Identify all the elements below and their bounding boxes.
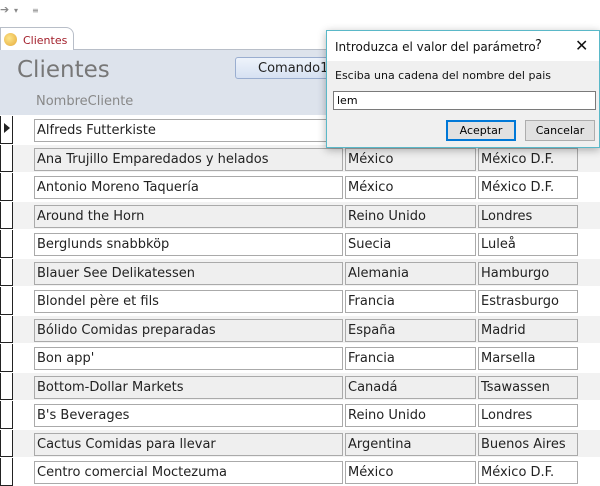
ciudad-field[interactable]: Estrasburgo	[478, 290, 578, 313]
cancel-button[interactable]: Cancelar	[525, 120, 595, 141]
ciudad-field[interactable]: Londres	[478, 404, 578, 427]
record-selector[interactable]	[0, 258, 13, 286]
record-selector[interactable]	[0, 144, 13, 172]
table-row: Bottom-Dollar Markets Canadá Tsawassen	[0, 371, 600, 400]
records-list: Alfreds Futterkiste Ana Trujillo Empared…	[0, 115, 600, 486]
close-icon[interactable]: ✕	[575, 36, 588, 55]
parameter-dialog: Introduzca el valor del parámetro ? ✕ Es…	[326, 30, 600, 148]
customize-toolbar-icon[interactable]: ≡	[32, 6, 39, 15]
nombre-cliente-field[interactable]: Blauer See Delikatessen	[34, 261, 343, 285]
help-icon[interactable]: ?	[535, 38, 542, 53]
record-selector[interactable]	[0, 344, 13, 372]
parameter-input[interactable]	[333, 91, 596, 110]
record-selector[interactable]	[0, 315, 13, 343]
table-row: Bólido Comidas preparadas España Madrid	[0, 314, 600, 343]
nombre-cliente-field[interactable]: Blondel père et fils	[34, 290, 343, 313]
table-row: Centro comercial Moctezuma México México…	[0, 457, 600, 486]
ciudad-field[interactable]: Hamburgo	[478, 261, 578, 285]
record-selector[interactable]	[0, 429, 13, 457]
table-row: B's Beverages Reino Unido Londres	[0, 400, 600, 429]
table-row: Around the Horn Reino Unido Londres	[0, 200, 600, 229]
ciudad-field[interactable]: Buenos Aires	[478, 432, 578, 456]
nombre-cliente-field[interactable]: Bottom-Dollar Markets	[34, 375, 343, 399]
nombre-cliente-field[interactable]: Berglunds snabbköp	[34, 233, 343, 256]
record-selector[interactable]	[0, 173, 13, 201]
record-selector[interactable]	[0, 201, 13, 229]
pais-field[interactable]: México	[345, 147, 476, 171]
ciudad-field[interactable]: México D.F.	[478, 176, 578, 199]
tab-clientes[interactable]: Clientes	[0, 27, 74, 51]
record-selector[interactable]	[0, 116, 13, 144]
nombre-cliente-field[interactable]: Bon app'	[34, 347, 343, 370]
tab-label: Clientes	[23, 34, 68, 47]
table-row: Blauer See Delikatessen Alemania Hamburg…	[0, 257, 600, 286]
record-selector[interactable]	[0, 372, 13, 400]
redo-dropdown-icon[interactable]: ▾	[14, 6, 18, 15]
record-selector[interactable]	[0, 287, 13, 315]
form-icon	[4, 33, 17, 46]
form-title: Clientes	[17, 57, 110, 83]
pais-field[interactable]: Reino Unido	[345, 404, 476, 427]
pais-field[interactable]: México	[345, 461, 476, 484]
nombre-cliente-field[interactable]: B's Beverages	[34, 404, 343, 427]
table-row: Bon app' Francia Marsella	[0, 343, 600, 372]
pais-field[interactable]: Alemania	[345, 261, 476, 285]
ciudad-field[interactable]: Marsella	[478, 347, 578, 370]
nombre-cliente-field[interactable]: Alfreds Futterkiste	[34, 119, 343, 142]
record-selector[interactable]	[0, 401, 13, 429]
parameter-prompt: Esciba una cadena del nombre del pais	[335, 69, 551, 82]
pais-field[interactable]: España	[345, 318, 476, 342]
redo-icon[interactable]: ➔	[0, 3, 9, 16]
ciudad-field[interactable]: Tsawassen	[478, 375, 578, 399]
ciudad-field[interactable]: Luleå	[478, 233, 578, 256]
accept-button[interactable]: Aceptar	[446, 120, 516, 141]
dialog-title: Introduzca el valor del parámetro	[335, 40, 536, 54]
ciudad-field[interactable]: México D.F.	[478, 461, 578, 484]
ciudad-field[interactable]: México D.F.	[478, 147, 578, 171]
column-header-nombrecliente: NombreCliente	[36, 94, 134, 109]
current-record-icon	[4, 123, 10, 133]
pais-field[interactable]: Canadá	[345, 375, 476, 399]
ciudad-field[interactable]: Londres	[478, 204, 578, 228]
pais-field[interactable]: Francia	[345, 347, 476, 370]
record-selector[interactable]	[0, 458, 13, 486]
table-row: Antonio Moreno Taquería México México D.…	[0, 172, 600, 201]
table-row: Cactus Comidas para llevar Argentina Bue…	[0, 428, 600, 457]
nombre-cliente-field[interactable]: Cactus Comidas para llevar	[34, 432, 343, 456]
nombre-cliente-field[interactable]: Centro comercial Moctezuma	[34, 461, 343, 484]
quick-access-toolbar: ➔ ▾ ≡	[0, 0, 600, 22]
dialog-titlebar: Introduzca el valor del parámetro ? ✕	[327, 31, 599, 61]
pais-field[interactable]: Reino Unido	[345, 204, 476, 228]
record-selector[interactable]	[0, 230, 13, 258]
table-row: Blondel père et fils Francia Estrasburgo	[0, 286, 600, 315]
pais-field[interactable]: Argentina	[345, 432, 476, 456]
pais-field[interactable]: México	[345, 176, 476, 199]
nombre-cliente-field[interactable]: Around the Horn	[34, 204, 343, 228]
pais-field[interactable]: Francia	[345, 290, 476, 313]
nombre-cliente-field[interactable]: Bólido Comidas preparadas	[34, 318, 343, 342]
nombre-cliente-field[interactable]: Antonio Moreno Taquería	[34, 176, 343, 199]
nombre-cliente-field[interactable]: Ana Trujillo Emparedados y helados	[34, 147, 343, 171]
ciudad-field[interactable]: Madrid	[478, 318, 578, 342]
table-row: Berglunds snabbköp Suecia Luleå	[0, 229, 600, 258]
pais-field[interactable]: Suecia	[345, 233, 476, 256]
